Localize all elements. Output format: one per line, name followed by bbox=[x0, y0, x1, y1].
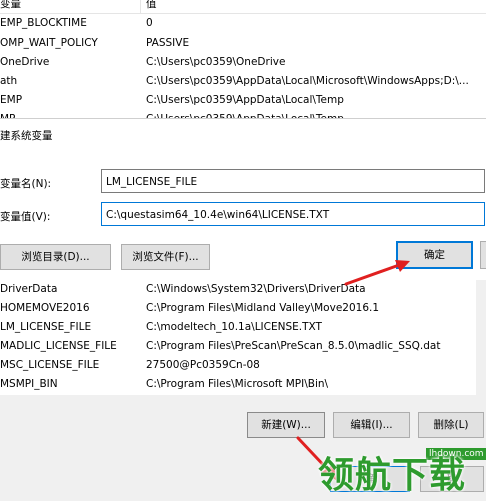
table-row[interactable]: LM_LICENSE_FILE C:\modeltech_10.1a\LICENS… bbox=[0, 319, 486, 336]
table-row[interactable]: HOMEMOVE2016 C:\Program Files\Midland Val… bbox=[0, 300, 486, 317]
table-scrollbar-track[interactable] bbox=[476, 280, 486, 395]
table-row[interactable]: OMP_WAIT_POLICY PASSIVE bbox=[0, 35, 486, 52]
arrow-to-ok-icon bbox=[344, 260, 410, 286]
table-row[interactable]: EMP_BLOCKTIME 0 bbox=[0, 15, 486, 32]
variable-value-input[interactable]: C:\questasim64_10.4e\win64\LICENSE.TXT bbox=[101, 202, 485, 226]
table-row[interactable]: MADLIC_LICENSE_FILE C:\Program Files\PreS… bbox=[0, 338, 486, 355]
cancel-button-partial[interactable] bbox=[480, 241, 486, 269]
variable-value-label: 变量值(V): bbox=[0, 211, 51, 223]
dialog-title: 建系统变量 bbox=[0, 130, 53, 142]
table-row[interactable]: EMP C:\Users\pc0359\AppData\Local\Temp bbox=[0, 92, 486, 109]
browse-directory-button[interactable]: 浏览目录(D)... bbox=[0, 244, 111, 270]
watermark-text: 领航下载 bbox=[318, 455, 467, 496]
system-variables-table: DriverData C:\Windows\System32\Drivers\Dr… bbox=[0, 280, 486, 395]
variable-name-input[interactable]: LM_LICENSE_FILE bbox=[101, 169, 485, 193]
watermark-logo: lhdown.com 领航下载 bbox=[318, 440, 486, 501]
table-row[interactable]: MSMPI_BIN C:\Program Files\Microsoft MPI\… bbox=[0, 376, 486, 393]
variable-name-label: 变量名(N): bbox=[0, 178, 52, 190]
delete-button[interactable]: 删除(L) bbox=[418, 412, 484, 438]
user-variables-table: 变量 值 EMP_BLOCKTIME 0 OMP_WAIT_POLICY PASSI… bbox=[0, 0, 486, 122]
table-row[interactable]: OneDrive C:\Users\pc0359\OneDrive bbox=[0, 54, 486, 71]
table-row[interactable]: MSC_LICENSE_FILE 27500@Pc0359Cn-08 bbox=[0, 357, 486, 374]
table-header: 变量 值 bbox=[0, 0, 486, 14]
browse-file-button[interactable]: 浏览文件(F)... bbox=[121, 244, 210, 270]
table-row[interactable]: ath C:\Users\pc0359\AppData\Local\Microso… bbox=[0, 73, 486, 90]
